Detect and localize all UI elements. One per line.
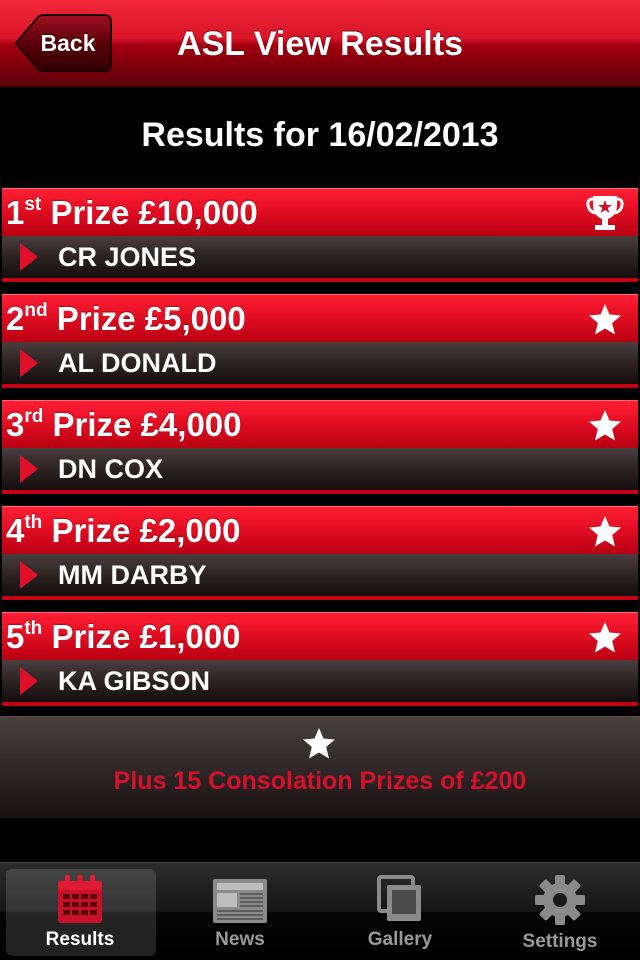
- trophy-icon: [586, 196, 624, 230]
- prize-title: 3rd Prize £4,000: [6, 406, 242, 444]
- play-arrow-icon: [20, 455, 38, 483]
- prize-ordinal-suffix: th: [24, 511, 43, 533]
- prize-amount: £4,000: [140, 405, 242, 443]
- star-icon: [589, 304, 621, 335]
- star-icon: [589, 516, 621, 547]
- prize-title: 1st Prize £10,000: [6, 194, 258, 232]
- prize-header: 4th Prize £2,000: [2, 506, 638, 554]
- prize-ordinal: 4: [6, 511, 25, 549]
- prize-ordinal: 1: [6, 193, 25, 231]
- prize-item: 3rd Prize £4,000 DN COX: [0, 398, 640, 504]
- tab-settings[interactable]: Settings: [480, 863, 640, 960]
- prize-header: 3rd Prize £4,000: [2, 400, 638, 448]
- winner-name: CR JONES: [58, 241, 197, 272]
- star-icon: [589, 410, 621, 441]
- prize-header: 5th Prize £1,000: [2, 612, 638, 660]
- prize-label: Prize: [51, 511, 131, 549]
- prize-ordinal-suffix: th: [24, 617, 43, 639]
- winner-row[interactable]: MM DARBY: [2, 554, 638, 600]
- prize-title: 2nd Prize £5,000: [6, 300, 246, 338]
- winner-name: MM DARBY: [58, 559, 207, 590]
- play-arrow-icon: [20, 667, 38, 695]
- play-arrow-icon: [20, 349, 38, 377]
- prize-item: 5th Prize £1,000 KA GIBSON: [0, 610, 640, 716]
- winner-name: AL DONALD: [58, 347, 217, 378]
- tab-news[interactable]: News: [160, 863, 320, 960]
- prize-label: Prize: [56, 299, 136, 337]
- prize-label: Prize: [52, 405, 132, 443]
- prize-item: 4th Prize £2,000 MM DARBY: [0, 504, 640, 610]
- prize-amount: £5,000: [144, 299, 246, 337]
- back-button-label: Back: [40, 29, 96, 56]
- winner-name: DN COX: [58, 453, 164, 484]
- tab-label: Settings: [522, 931, 598, 952]
- star-icon: [589, 622, 621, 653]
- prize-header: 1st Prize £10,000: [2, 188, 638, 236]
- prize-label: Prize: [51, 617, 131, 655]
- navigation-bar: Back ASL View Results: [0, 0, 640, 88]
- prize-ordinal: 3: [6, 405, 25, 443]
- prize-ordinal: 5: [6, 617, 25, 655]
- gallery-icon: [377, 875, 421, 921]
- back-button[interactable]: Back: [14, 14, 112, 72]
- prize-header: 2nd Prize £5,000: [2, 294, 638, 342]
- prize-amount: £10,000: [138, 193, 258, 231]
- prize-ordinal: 2: [6, 299, 25, 337]
- play-arrow-icon: [20, 561, 38, 589]
- winner-name: KA GIBSON: [58, 665, 211, 696]
- calendar-icon: [58, 875, 102, 923]
- page-title: ASL View Results: [177, 24, 463, 63]
- prize-title: 5th Prize £1,000: [6, 618, 240, 656]
- tab-label: News: [215, 929, 265, 950]
- consolation-text: Plus 15 Consolation Prizes of £200: [113, 767, 527, 795]
- prize-amount: £2,000: [139, 511, 241, 549]
- newspaper-icon: [213, 879, 267, 923]
- tab-results[interactable]: Results: [0, 863, 160, 960]
- prize-ordinal-suffix: st: [24, 193, 42, 215]
- prize-item: 1st Prize £10,000 CR JONES: [0, 186, 640, 292]
- prize-amount: £1,000: [139, 617, 241, 655]
- winner-row[interactable]: AL DONALD: [2, 342, 638, 388]
- consolation-panel: Plus 15 Consolation Prizes of £200: [0, 716, 640, 818]
- prize-ordinal-suffix: rd: [24, 405, 44, 427]
- prize-item: 2nd Prize £5,000 AL DONALD: [0, 292, 640, 398]
- winner-row[interactable]: KA GIBSON: [2, 660, 638, 706]
- winner-row[interactable]: DN COX: [2, 448, 638, 494]
- tab-label: Gallery: [367, 929, 433, 950]
- tab-gallery[interactable]: Gallery: [320, 863, 480, 960]
- prize-label: Prize: [50, 193, 130, 231]
- star-icon: [303, 728, 335, 759]
- tab-label: Results: [45, 929, 115, 950]
- prize-list: 1st Prize £10,000 CR JONES 2nd Prize £5,…: [0, 186, 640, 716]
- winner-row[interactable]: CR JONES: [2, 236, 638, 282]
- gear-icon: [535, 875, 585, 925]
- results-date-heading: Results for 16/02/2013: [141, 115, 499, 154]
- tab-bar: Results News Gallery Settings: [0, 862, 640, 960]
- prize-title: 4th Prize £2,000: [6, 512, 240, 550]
- play-arrow-icon: [20, 243, 38, 271]
- prize-ordinal-suffix: nd: [24, 299, 48, 321]
